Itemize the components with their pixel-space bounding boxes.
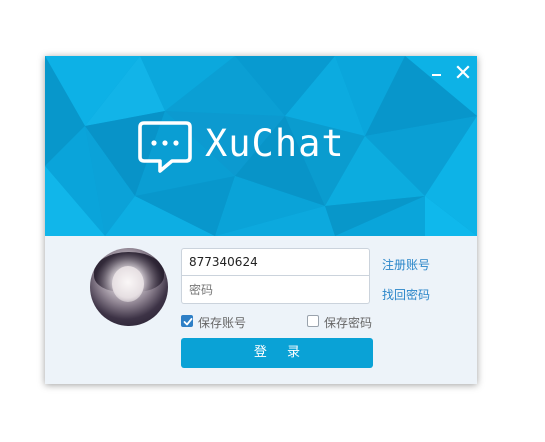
password-input[interactable] (182, 276, 369, 303)
account-field[interactable] (181, 248, 370, 276)
app-title: XuChat (205, 122, 345, 165)
checkmark-icon (183, 318, 193, 326)
chat-bubble-icon (138, 121, 192, 173)
close-icon (456, 65, 470, 79)
close-button[interactable] (453, 62, 473, 82)
remember-account-label: 保存账号 (198, 316, 247, 330)
login-button[interactable]: 登 录 (181, 338, 373, 368)
account-input[interactable] (182, 249, 369, 275)
minimize-button[interactable] (427, 62, 447, 82)
user-avatar[interactable] (90, 248, 168, 326)
header-banner: XuChat (45, 56, 477, 236)
register-account-link[interactable]: 注册账号 (382, 256, 430, 273)
password-field[interactable] (181, 276, 370, 304)
checkbox-unchecked[interactable] (307, 315, 319, 327)
checkbox-checked[interactable] (181, 315, 193, 327)
remember-password-label: 保存密码 (324, 316, 373, 330)
recover-password-link[interactable]: 找回密码 (382, 286, 430, 303)
login-window: XuChat 注册账号 找回密码 保存账号 保存密码 登 录 (45, 56, 477, 384)
avatar-face (112, 266, 144, 302)
